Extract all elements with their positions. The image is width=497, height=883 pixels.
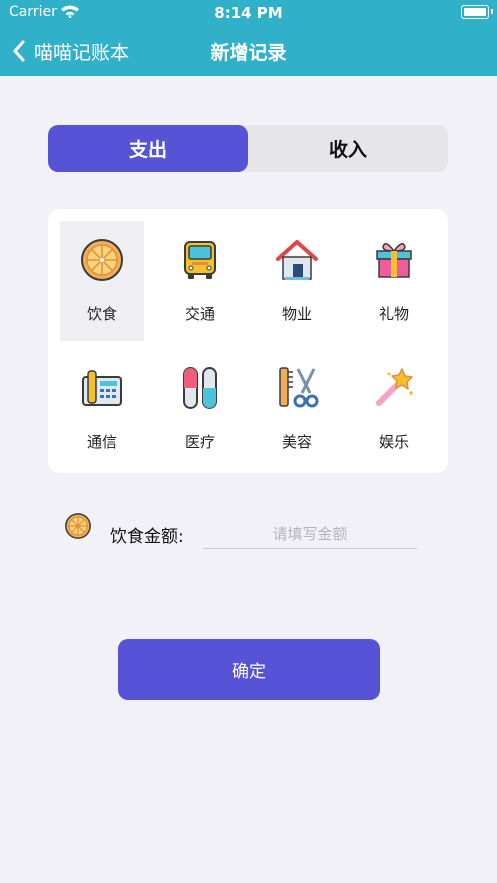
battery-icon [461,5,493,19]
amount-label: 饮食金额: [110,527,184,547]
bus-icon [184,241,216,279]
page-title: 新增记录 [210,42,287,64]
category-entertainment[interactable]: 娱乐 [352,349,436,469]
category-grid: 饮食 交通 物业 礼物 通信 医疗 美容 娱乐 [48,209,448,473]
category-gift[interactable]: 礼物 [352,221,436,341]
status-bar: Carrier 8:14 PM [0,0,497,26]
gift-icon [376,243,412,278]
house-icon [276,240,318,280]
type-segmented-control: 支出 收入 [48,125,448,172]
comb-scissors-icon [279,367,319,408]
category-label: 美容 [281,433,312,451]
pills-icon [183,367,217,409]
category-label: 礼物 [378,305,409,323]
nav-bar: Carrier 8:14 PM 喵喵记账本 新增记录 [0,0,497,76]
tab-expense[interactable]: 支出 [48,125,248,172]
category-label: 医疗 [184,433,215,451]
category-label: 通信 [86,433,117,451]
magic-wand-icon [376,368,413,406]
confirm-button[interactable]: 确定 [118,639,380,700]
category-communication[interactable]: 通信 [60,349,144,469]
category-label: 物业 [281,305,312,323]
category-medical[interactable]: 医疗 [158,349,242,469]
category-property[interactable]: 物业 [255,221,339,341]
orange-slice-icon [81,239,123,281]
category-label: 饮食 [86,305,117,323]
tab-income[interactable]: 收入 [248,125,448,172]
amount-input[interactable] [203,520,417,549]
amount-row: 饮食金额: [64,512,424,552]
category-label: 娱乐 [378,433,409,451]
orange-slice-icon [65,513,91,539]
status-time: 8:14 PM [214,4,283,22]
category-label: 交通 [184,305,215,323]
category-beauty[interactable]: 美容 [255,349,339,469]
category-food[interactable]: 饮食 [60,221,144,341]
category-transport[interactable]: 交通 [158,221,242,341]
telephone-icon [82,370,122,406]
